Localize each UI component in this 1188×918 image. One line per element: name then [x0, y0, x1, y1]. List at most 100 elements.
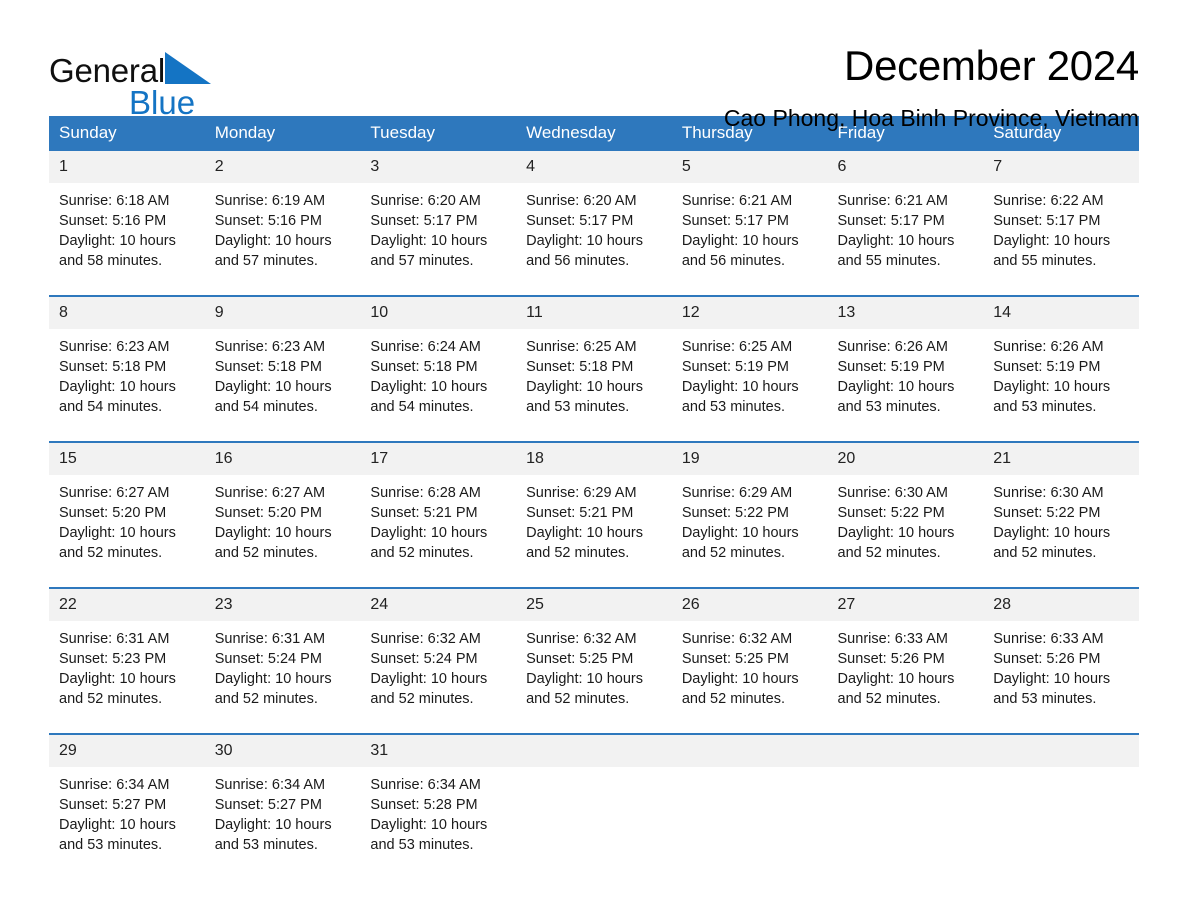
day-cell[interactable]: 27 Sunrise: 6:33 AM Sunset: 5:26 PM Dayligh… [827, 589, 984, 721]
generalblue-logo: General Blue [49, 42, 309, 119]
sunrise-text: Sunrise: 6:27 AM [214, 485, 326, 501]
daylight-text-line1: Daylight: 10 hours [526, 233, 643, 249]
day-cell[interactable]: 21 Sunrise: 6:30 AM Sunset: 5:22 PM Dayligh… [983, 443, 1139, 575]
calendar-cell: 4 Sunrise: 6:20 AM Sunset: 5:17 PM Daylight… [516, 151, 672, 283]
day-cell[interactable]: 29 Sunrise: 6:34 AM Sunset: 5:27 PM Dayligh… [49, 735, 205, 867]
daylight-text-line1: Daylight: 10 hours [993, 525, 1111, 541]
calendar-cell: 11 Sunrise: 6:25 AM Sunset: 5:18 PM Dayligh… [516, 295, 672, 429]
sunset-text: Sunset: 5:27 PM [214, 797, 322, 813]
day-cell[interactable]: 2 Sunrise: 6:19 AM Sunset: 5:16 PM Daylight… [204, 151, 361, 283]
day-cell[interactable]: 4 Sunrise: 6:20 AM Sunset: 5:17 PM Daylight… [516, 151, 672, 283]
calendar-week-row: 15 Sunrise: 6:27 AM Sunset: 5:20 PM Dayligh… [49, 441, 1139, 575]
day-number: 4 [516, 151, 672, 183]
daylight-text-line1: Daylight: 10 hours [59, 525, 176, 541]
daylight-text-line2: and 52 minutes. [59, 545, 163, 561]
day-info: Sunrise: 6:32 AM Sunset: 5:24 PM Daylight:… [360, 621, 516, 721]
day-number [671, 735, 828, 767]
day-cell[interactable]: 23 Sunrise: 6:31 AM Sunset: 5:24 PM Dayligh… [204, 589, 361, 721]
day-info: Sunrise: 6:19 AM Sunset: 5:16 PM Daylight:… [205, 183, 361, 283]
day-info: Sunrise: 6:27 AM Sunset: 5:20 PM Daylight:… [49, 475, 205, 575]
day-info: Sunrise: 6:25 AM Sunset: 5:18 PM Daylight:… [516, 329, 672, 429]
calendar-cell: 18 Sunrise: 6:29 AM Sunset: 5:21 PM Dayligh… [516, 441, 672, 575]
page-title: December 2024 [844, 42, 1139, 89]
daylight-text-line1: Daylight: 10 hours [993, 671, 1111, 687]
page-subtitle: Cao Phong, Hoa Binh Province, Vietnam [723, 105, 1139, 131]
day-cell[interactable]: 10 Sunrise: 6:24 AM Sunset: 5:18 PM Dayligh… [360, 297, 517, 429]
day-info: Sunrise: 6:20 AM Sunset: 5:17 PM Daylight:… [360, 183, 516, 283]
day-cell[interactable]: 5 Sunrise: 6:21 AM Sunset: 5:17 PM Daylight… [671, 151, 828, 283]
day-cell[interactable]: 7 Sunrise: 6:22 AM Sunset: 5:17 PM Daylight… [983, 151, 1139, 283]
day-info: Sunrise: 6:28 AM Sunset: 5:21 PM Daylight:… [360, 475, 516, 575]
day-cell[interactable]: 6 Sunrise: 6:21 AM Sunset: 5:17 PM Daylight… [827, 151, 984, 283]
sunset-text: Sunset: 5:18 PM [59, 359, 167, 375]
day-info: Sunrise: 6:27 AM Sunset: 5:20 PM Daylight:… [205, 475, 361, 575]
weekday-header-sunday: Sunday [49, 116, 205, 151]
daylight-text-line1: Daylight: 10 hours [837, 525, 955, 541]
day-cell[interactable]: 24 Sunrise: 6:32 AM Sunset: 5:24 PM Dayligh… [360, 589, 517, 721]
day-cell[interactable]: 11 Sunrise: 6:25 AM Sunset: 5:18 PM Dayligh… [516, 297, 672, 429]
logo-general-word: General [49, 52, 166, 89]
daylight-text-line1: Daylight: 10 hours [370, 233, 488, 249]
day-cell[interactable]: 1 Sunrise: 6:18 AM Sunset: 5:16 PM Daylight… [49, 151, 205, 283]
week-spacer-cell [49, 575, 1139, 588]
daylight-text-line1: Daylight: 10 hours [837, 379, 955, 395]
day-number: 11 [516, 297, 672, 329]
calendar-week-row: 29 Sunrise: 6:34 AM Sunset: 5:27 PM Dayligh… [49, 733, 1139, 867]
sunrise-text: Sunrise: 6:26 AM [993, 339, 1104, 355]
day-cell[interactable]: 13 Sunrise: 6:26 AM Sunset: 5:19 PM Dayligh… [827, 297, 984, 429]
daylight-text-line2: and 52 minutes. [526, 545, 630, 561]
day-cell[interactable]: 28 Sunrise: 6:33 AM Sunset: 5:26 PM Dayligh… [983, 589, 1139, 721]
day-number: 2 [204, 151, 361, 183]
day-cell[interactable]: 9 Sunrise: 6:23 AM Sunset: 5:18 PM Daylight… [204, 297, 361, 429]
calendar-week-row: 1 Sunrise: 6:18 AM Sunset: 5:16 PM Daylight… [49, 151, 1139, 283]
day-cell[interactable]: 3 Sunrise: 6:20 AM Sunset: 5:17 PM Daylight… [360, 151, 517, 283]
sunrise-text: Sunrise: 6:26 AM [837, 339, 948, 355]
sunrise-text: Sunrise: 6:21 AM [681, 193, 793, 209]
day-cell[interactable]: 12 Sunrise: 6:25 AM Sunset: 5:19 PM Dayligh… [671, 297, 828, 429]
day-cell[interactable]: 18 Sunrise: 6:29 AM Sunset: 5:21 PM Dayligh… [516, 443, 672, 575]
day-cell[interactable]: 30 Sunrise: 6:34 AM Sunset: 5:27 PM Dayligh… [204, 735, 361, 867]
daylight-text-line1: Daylight: 10 hours [681, 233, 799, 249]
day-info: Sunrise: 6:31 AM Sunset: 5:23 PM Daylight:… [49, 621, 205, 721]
sunset-text: Sunset: 5:26 PM [993, 651, 1101, 667]
daylight-text-line2: and 56 minutes. [681, 253, 785, 269]
day-cell[interactable]: 19 Sunrise: 6:29 AM Sunset: 5:22 PM Dayligh… [671, 443, 828, 575]
day-number: 10 [360, 297, 517, 329]
calendar-cell: 27 Sunrise: 6:33 AM Sunset: 5:26 PM Dayligh… [827, 587, 984, 721]
day-cell[interactable]: 25 Sunrise: 6:32 AM Sunset: 5:25 PM Dayligh… [516, 589, 672, 721]
sunset-text: Sunset: 5:18 PM [370, 359, 478, 375]
calendar-cell: 10 Sunrise: 6:24 AM Sunset: 5:18 PM Dayligh… [360, 295, 517, 429]
daylight-text-line2: and 55 minutes. [993, 253, 1097, 269]
day-cell[interactable]: 16 Sunrise: 6:27 AM Sunset: 5:20 PM Dayligh… [204, 443, 361, 575]
calendar-cell: 20 Sunrise: 6:30 AM Sunset: 5:22 PM Dayligh… [827, 441, 984, 575]
day-number: 13 [827, 297, 984, 329]
calendar-week-row: 8 Sunrise: 6:23 AM Sunset: 5:18 PM Daylight… [49, 295, 1139, 429]
day-cell[interactable]: 22 Sunrise: 6:31 AM Sunset: 5:23 PM Dayligh… [49, 589, 205, 721]
day-number: 26 [671, 589, 828, 621]
day-info: Sunrise: 6:22 AM Sunset: 5:17 PM Daylight:… [983, 183, 1139, 283]
calendar-cell: 9 Sunrise: 6:23 AM Sunset: 5:18 PM Daylight… [204, 295, 361, 429]
calendar-cell: 2 Sunrise: 6:19 AM Sunset: 5:16 PM Daylight… [204, 151, 361, 283]
day-cell[interactable]: 20 Sunrise: 6:30 AM Sunset: 5:22 PM Dayligh… [827, 443, 984, 575]
day-cell[interactable]: 8 Sunrise: 6:23 AM Sunset: 5:18 PM Daylight… [49, 297, 205, 429]
day-cell[interactable]: 31 Sunrise: 6:34 AM Sunset: 5:28 PM Dayligh… [360, 735, 517, 867]
day-number: 5 [671, 151, 828, 183]
sunrise-text: Sunrise: 6:30 AM [993, 485, 1104, 501]
daylight-text-line1: Daylight: 10 hours [681, 525, 799, 541]
day-cell[interactable]: 17 Sunrise: 6:28 AM Sunset: 5:21 PM Dayligh… [360, 443, 517, 575]
daylight-text-line2: and 54 minutes. [370, 399, 474, 415]
calendar-page: General Blue December 2024 Cao Phong, Ho… [0, 0, 1188, 918]
daylight-text-line1: Daylight: 10 hours [214, 525, 332, 541]
day-cell[interactable]: 14 Sunrise: 6:26 AM Sunset: 5:19 PM Dayligh… [983, 297, 1139, 429]
sunset-text: Sunset: 5:22 PM [837, 505, 945, 521]
day-cell[interactable]: 15 Sunrise: 6:27 AM Sunset: 5:20 PM Dayligh… [49, 443, 205, 575]
daylight-text-line1: Daylight: 10 hours [993, 379, 1111, 395]
sunset-text: Sunset: 5:24 PM [214, 651, 322, 667]
sunrise-text: Sunrise: 6:29 AM [526, 485, 637, 501]
daylight-text-line2: and 57 minutes. [214, 253, 318, 269]
day-cell-empty [827, 735, 984, 855]
day-cell[interactable]: 26 Sunrise: 6:32 AM Sunset: 5:25 PM Dayligh… [671, 589, 828, 721]
calendar-cell: 28 Sunrise: 6:33 AM Sunset: 5:26 PM Dayligh… [983, 587, 1139, 721]
daylight-text-line1: Daylight: 10 hours [526, 379, 643, 395]
sunrise-text: Sunrise: 6:23 AM [214, 339, 326, 355]
